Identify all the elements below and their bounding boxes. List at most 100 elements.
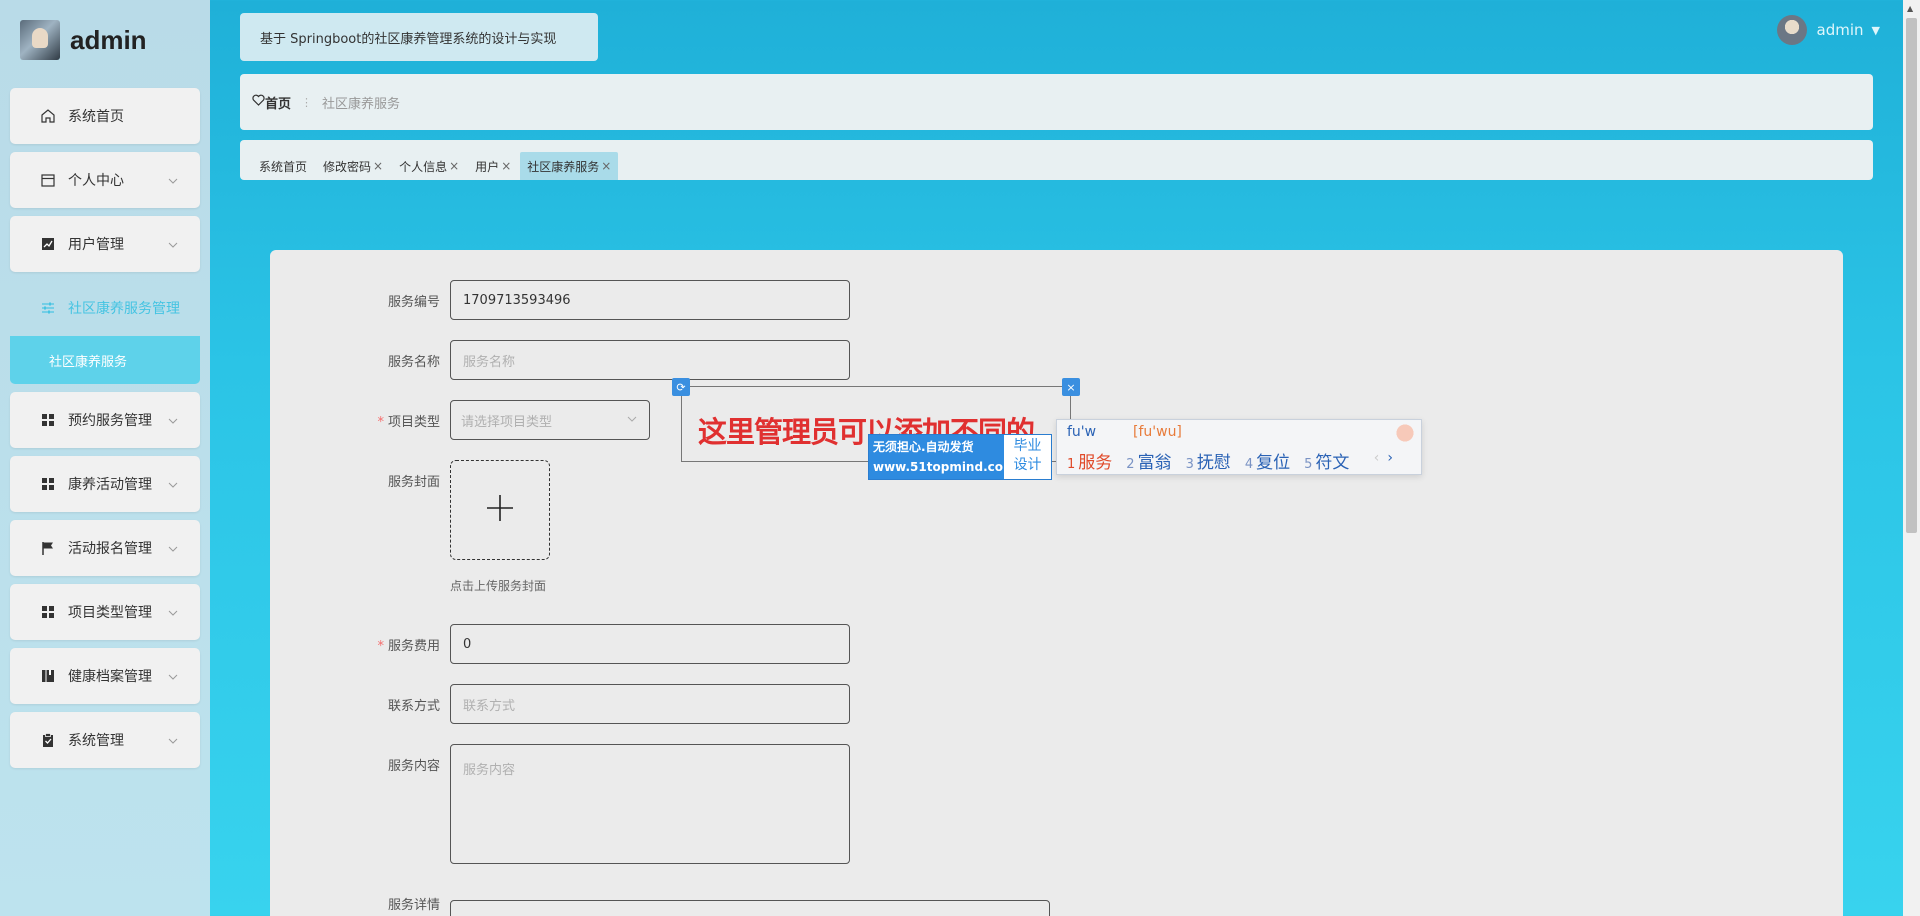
- project-type-label-text: 项目类型: [387, 415, 440, 430]
- tab-community-service[interactable]: 社区康养服务 ×: [520, 152, 619, 180]
- ime-candidate-text: 抚慰: [1196, 453, 1231, 473]
- detail-editor[interactable]: [450, 900, 1050, 916]
- cover-upload[interactable]: [450, 460, 550, 560]
- system-title: 基于 Springboot的社区康养管理系统的设计与实现: [240, 13, 598, 61]
- ime-candidate[interactable]: 5 符文: [1304, 448, 1349, 473]
- ime-candidate-number: 3: [1185, 457, 1194, 472]
- ime-candidates: 1 服务 2 富翁 3 抚慰 4 复位 5 符文: [1067, 448, 1363, 473]
- chevron-down-icon: [168, 413, 178, 429]
- ime-candidate[interactable]: 3 抚慰: [1186, 448, 1231, 473]
- ime-candidate-text: 服务: [1078, 453, 1113, 473]
- rotate-icon[interactable]: ⟳: [672, 378, 690, 396]
- ime-candidate-text: 富翁: [1137, 453, 1172, 473]
- tab-label: 修改密码: [323, 159, 372, 174]
- project-type-select[interactable]: 请选择项目类型: [450, 400, 650, 440]
- calendar-icon: [40, 172, 56, 188]
- ime-candidate-number: 5: [1304, 457, 1313, 472]
- project-type-label: * 项目类型: [270, 411, 440, 430]
- sliders-icon: [40, 300, 56, 316]
- ime-skin-decoration-icon: [1387, 422, 1417, 444]
- plus-icon: [486, 494, 514, 526]
- tab-change-password[interactable]: 修改密码 ×: [316, 152, 390, 180]
- sidebar-item-users[interactable]: 用户管理: [10, 216, 200, 272]
- caret-down-icon: ▼: [1871, 23, 1880, 37]
- grid-icon: [40, 412, 56, 428]
- tab-users[interactable]: 用户 ×: [468, 152, 518, 180]
- book-icon: [40, 668, 56, 684]
- watermark-ad: 无须担心.自动发货 www.51topmind.com 毕业 设计: [868, 434, 1052, 480]
- close-icon[interactable]: ×: [1062, 378, 1080, 396]
- scrollbar-thumb[interactable]: [1906, 18, 1917, 533]
- sidebar-item-system[interactable]: 系统管理: [10, 712, 200, 768]
- sidebar-item-health-records[interactable]: 健康档案管理: [10, 648, 200, 704]
- ad-right1: 毕业: [1013, 438, 1042, 454]
- sidebar-item-signup[interactable]: 活动报名管理: [10, 520, 200, 576]
- sidebar-item-booking[interactable]: 预约服务管理: [10, 392, 200, 448]
- username: admin: [1816, 21, 1864, 39]
- clipboard-icon: [40, 732, 56, 748]
- fee-label-text: 服务费用: [387, 639, 440, 654]
- ime-candidate[interactable]: 4 复位: [1245, 448, 1290, 473]
- ime-candidate-window: fu'w [fu'wu] 1 服务 2 富翁 3 抚慰 4 复位 5 符文 ‹ ›: [1056, 419, 1422, 475]
- ad-line2: www.51topmind.com: [873, 460, 1016, 474]
- breadcrumb-home[interactable]: 首页: [252, 93, 291, 112]
- tab-home[interactable]: 系统首页: [252, 152, 314, 180]
- contact-input[interactable]: 联系方式: [450, 684, 850, 724]
- chevron-down-icon: [168, 669, 178, 685]
- contact-label: 联系方式: [387, 699, 440, 714]
- ime-candidate[interactable]: 2 富翁: [1126, 448, 1171, 473]
- detail-label: 服务详情: [387, 898, 440, 913]
- close-icon[interactable]: ×: [449, 159, 459, 173]
- ime-candidate-number: 4: [1244, 457, 1254, 472]
- content-label: 服务内容: [387, 759, 440, 774]
- cover-hint: 点击上传服务封面: [450, 579, 547, 593]
- sidebar-item-label: 康养活动管理: [68, 477, 152, 493]
- chevron-down-icon: [168, 605, 178, 621]
- tab-personal-info[interactable]: 个人信息 ×: [392, 152, 466, 180]
- ad-right: 毕业 设计: [1004, 435, 1051, 479]
- close-icon[interactable]: ×: [601, 159, 611, 173]
- content-textarea[interactable]: 服务内容: [450, 744, 850, 864]
- scroll-up-icon[interactable]: ▲: [1907, 4, 1913, 13]
- tab-label: 社区康养服务: [527, 159, 600, 174]
- ime-candidate[interactable]: 1 服务: [1067, 448, 1112, 473]
- close-icon[interactable]: ×: [373, 159, 383, 173]
- flag-icon: [40, 540, 56, 556]
- required-mark: *: [377, 639, 384, 654]
- chevron-right-icon: ›: [1387, 450, 1393, 466]
- fee-label: * 服务费用: [270, 635, 440, 654]
- ad-line1: 无须担心.自动发货: [873, 440, 974, 454]
- user-avatar: [1776, 15, 1807, 45]
- sidebar-item-project-types[interactable]: 项目类型管理: [10, 584, 200, 640]
- chart-icon: [40, 236, 56, 252]
- fee-input[interactable]: 0: [450, 624, 850, 664]
- sidebar-item-activities[interactable]: 康养活动管理: [10, 456, 200, 512]
- tab-label: 系统首页: [259, 159, 308, 174]
- ime-page-nav[interactable]: ‹ ›: [1374, 450, 1393, 466]
- breadcrumb: 首页 ⋮ 社区康养服务: [240, 74, 1873, 130]
- scrollbar[interactable]: ▲: [1903, 0, 1920, 916]
- sidebar-item-label: 个人中心: [68, 173, 124, 189]
- sidebar-item-label: 活动报名管理: [68, 541, 152, 557]
- service-name-input[interactable]: 服务名称: [450, 340, 850, 380]
- sidebar-menu: 系统首页 个人中心 用户管理 社区康养服务管理 社区康养服务 预约服务管理 康养…: [10, 88, 200, 776]
- sidebar-subitem-service[interactable]: 社区康养服务: [10, 336, 200, 384]
- sidebar-item-label: 系统首页: [68, 109, 124, 125]
- avatar: [20, 20, 60, 60]
- sidebar: admin 系统首页 个人中心 用户管理 社区康养服务管理 社区康养服务 预约服…: [0, 0, 210, 916]
- chevron-down-icon: [168, 541, 178, 557]
- home-icon: [40, 108, 56, 124]
- breadcrumb-separator: ⋮: [301, 95, 313, 109]
- user-menu[interactable]: admin ▼: [1776, 15, 1880, 45]
- sidebar-item-home[interactable]: 系统首页: [10, 88, 200, 144]
- sidebar-item-label: 项目类型管理: [68, 605, 152, 621]
- breadcrumb-current: 社区康养服务: [322, 96, 401, 112]
- service-no-field[interactable]: 1709713593496: [450, 280, 850, 320]
- ime-pinyin: [fu'wu]: [1133, 424, 1182, 440]
- sidebar-item-service-mgmt[interactable]: 社区康养服务管理: [10, 280, 200, 336]
- close-icon[interactable]: ×: [501, 159, 511, 173]
- required-mark: *: [377, 415, 384, 430]
- sidebar-item-profile[interactable]: 个人中心: [10, 152, 200, 208]
- chevron-down-icon: [627, 413, 637, 426]
- form-card: 服务编号 1709713593496 服务名称 服务名称 * 项目类型 请选择项目…: [270, 250, 1843, 916]
